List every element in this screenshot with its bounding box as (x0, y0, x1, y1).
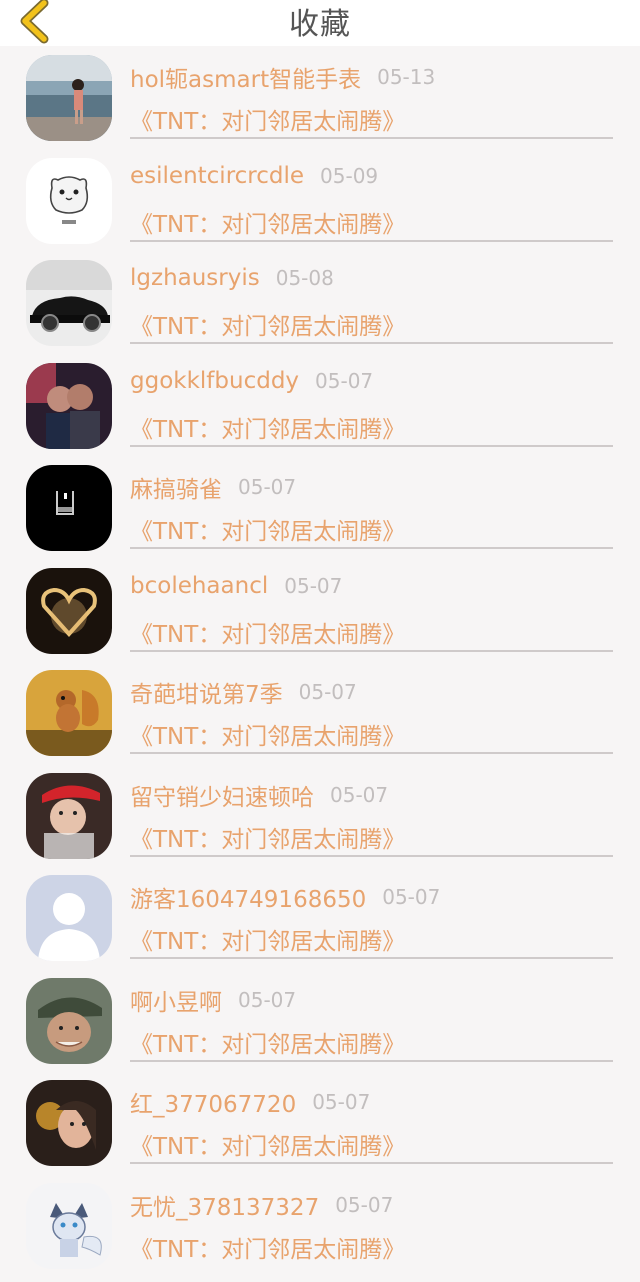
list-item[interactable]: 麻搞骑雀 05-07 《TNT：对门邻居太闹腾》 (0, 462, 640, 565)
movie-title[interactable]: 《TNT：对门邻居太闹腾》 (130, 922, 405, 956)
avatar-soldier (26, 978, 112, 1064)
avatar-red-cap-girl (26, 773, 112, 859)
item-date: 05-07 (312, 1090, 370, 1114)
item-divider (130, 342, 613, 344)
avatar-default-person (26, 875, 112, 961)
item-divider (130, 855, 613, 857)
item-header: 红_377067720 05-07 (130, 1085, 370, 1119)
item-header: 奇葩坩说第7季 05-07 (130, 675, 357, 709)
item-header: 留守销少妇速顿哈 05-07 (130, 778, 388, 812)
avatar-heart-light (26, 568, 112, 654)
avatar-game-black (26, 465, 112, 551)
item-header: 啊小昱啊 05-07 (130, 983, 296, 1017)
avatar-squirrel (26, 670, 112, 756)
item-divider (130, 445, 613, 447)
item-header: 无忧_378137327 05-07 (130, 1188, 393, 1222)
item-header: esilentcircrcdle 05-09 (130, 163, 378, 197)
user-name: ggokklfbucddy (130, 368, 299, 394)
item-date: 05-07 (238, 475, 296, 499)
item-header: 游客1604749168650 05-07 (130, 880, 440, 914)
item-header: ggokklfbucddy 05-07 (130, 368, 373, 402)
list-item[interactable]: hol轭asmart智能手表 05-13 《TNT：对门邻居太闹腾》 (0, 52, 640, 155)
item-date: 05-09 (320, 164, 378, 188)
movie-title[interactable]: 《TNT：对门邻居太闹腾》 (130, 307, 405, 341)
item-divider (130, 1060, 613, 1062)
user-name: 无忧_378137327 (130, 1195, 319, 1221)
item-divider (130, 547, 613, 549)
list-item[interactable]: 啊小昱啊 05-07 《TNT：对门邻居太闹腾》 (0, 975, 640, 1078)
avatar-couple-photo (26, 363, 112, 449)
movie-title[interactable]: 《TNT：对门邻居太闹腾》 (130, 410, 405, 444)
list-item[interactable]: lgzhausryis 05-08 《TNT：对门邻居太闹腾》 (0, 257, 640, 360)
item-date: 05-07 (284, 574, 342, 598)
user-name: bcolehaancl (130, 573, 268, 599)
movie-title[interactable]: 《TNT：对门邻居太闹腾》 (130, 615, 405, 649)
page-title: 收藏 (0, 0, 640, 46)
item-divider (130, 1162, 613, 1164)
movie-title[interactable]: 《TNT：对门邻居太闹腾》 (130, 820, 405, 854)
list-item[interactable]: esilentcircrcdle 05-09 《TNT：对门邻居太闹腾》 (0, 155, 640, 258)
item-date: 05-07 (238, 988, 296, 1012)
item-header: 麻搞骑雀 05-07 (130, 470, 296, 504)
item-date: 05-07 (335, 1193, 393, 1217)
item-date: 05-08 (276, 266, 334, 290)
user-name: 啊小昱啊 (130, 990, 222, 1016)
user-name: 留守销少妇速顿哈 (130, 785, 314, 811)
movie-title[interactable]: 《TNT：对门邻居太闹腾》 (130, 102, 405, 136)
item-header: bcolehaancl 05-07 (130, 573, 342, 607)
avatar-cartoon-cat (26, 158, 112, 244)
list-item[interactable]: 游客1604749168650 05-07 《TNT：对门邻居太闹腾》 (0, 872, 640, 975)
favorites-list: hol轭asmart智能手表 05-13 《TNT：对门邻居太闹腾》 esilen… (0, 52, 640, 1282)
movie-title[interactable]: 《TNT：对门邻居太闹腾》 (130, 1127, 405, 1161)
movie-title[interactable]: 《TNT：对门邻居太闹腾》 (130, 512, 405, 546)
item-divider (130, 752, 613, 754)
avatar-fox-character (26, 1183, 112, 1269)
item-date: 05-07 (299, 680, 357, 704)
item-divider (130, 137, 613, 139)
item-divider (130, 650, 613, 652)
user-name: 游客1604749168650 (130, 887, 366, 913)
movie-title[interactable]: 《TNT：对门邻居太闹腾》 (130, 717, 405, 751)
avatar-sports-car (26, 260, 112, 346)
list-item[interactable]: 留守销少妇速顿哈 05-07 《TNT：对门邻居太闹腾》 (0, 770, 640, 873)
user-name: 红_377067720 (130, 1092, 296, 1118)
user-name: hol轭asmart智能手表 (130, 67, 361, 93)
movie-title[interactable]: 《TNT：对门邻居太闹腾》 (130, 205, 405, 239)
item-divider (130, 240, 613, 242)
user-name: 麻搞骑雀 (130, 477, 222, 503)
user-name: lgzhausryis (130, 265, 260, 291)
movie-title[interactable]: 《TNT：对门邻居太闹腾》 (130, 1025, 405, 1059)
avatar-girl-flower (26, 1080, 112, 1166)
list-item[interactable]: 无忧_378137327 05-07 《TNT：对门邻居太闹腾》 (0, 1180, 640, 1282)
item-divider (130, 957, 613, 959)
user-name: 奇葩坩说第7季 (130, 682, 283, 708)
item-header: hol轭asmart智能手表 05-13 (130, 60, 435, 94)
item-date: 05-07 (315, 369, 373, 393)
item-date: 05-07 (382, 885, 440, 909)
item-date: 05-07 (330, 783, 388, 807)
avatar-beach-photo (26, 55, 112, 141)
header-bar: 收藏 (0, 0, 640, 46)
item-header: lgzhausryis 05-08 (130, 265, 334, 299)
list-item[interactable]: ggokklfbucddy 05-07 《TNT：对门邻居太闹腾》 (0, 360, 640, 463)
item-date: 05-13 (377, 65, 435, 89)
list-item[interactable]: 红_377067720 05-07 《TNT：对门邻居太闹腾》 (0, 1077, 640, 1180)
list-item[interactable]: 奇葩坩说第7季 05-07 《TNT：对门邻居太闹腾》 (0, 667, 640, 770)
user-name: esilentcircrcdle (130, 163, 304, 189)
list-item[interactable]: bcolehaancl 05-07 《TNT：对门邻居太闹腾》 (0, 565, 640, 668)
movie-title[interactable]: 《TNT：对门邻居太闹腾》 (130, 1230, 405, 1264)
